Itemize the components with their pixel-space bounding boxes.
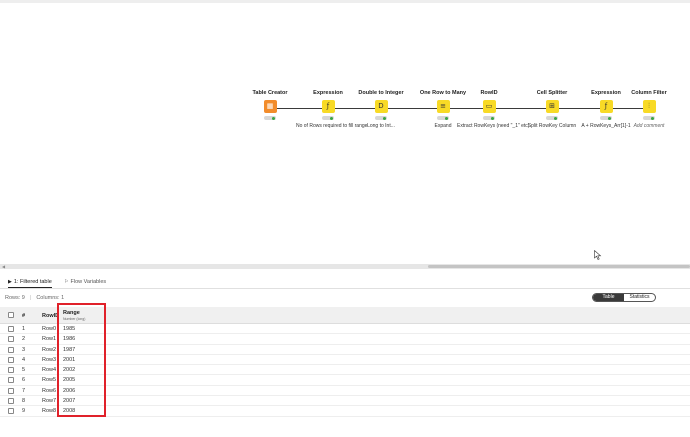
toggle-table[interactable]: Table [593,294,624,301]
mouse-cursor-icon [594,250,602,260]
scroll-left-icon[interactable]: ◀ [2,264,5,269]
node-title: Column Filter [631,90,667,96]
toggle-statistics[interactable]: Statistics [624,294,655,301]
node-status-indicator [600,116,612,120]
node-status-indicator [264,116,276,120]
tab-label: Flow Variables [70,279,107,285]
horizontal-scrollbar[interactable]: ◀ [0,264,690,269]
one-row-to-many-icon: ≡ [436,100,450,113]
tab-filtered-table[interactable]: ▶ 1: Filtered table [8,276,52,288]
node-title: RowID [480,90,498,96]
row-id: Row7 [42,398,57,405]
rowid-icon: ▭ [482,100,496,113]
node-rowid[interactable]: RowID ▭ Extract RowKeys (need "_1" etc) [457,89,529,129]
tab-label: 1: Filtered table [13,279,52,285]
row-checkbox[interactable] [8,377,14,384]
columns-count: Columns: 1 [36,295,65,301]
node-status-indicator [643,116,655,120]
column-filter-icon: ⫶ [642,100,656,113]
node-double-to-integer[interactable]: Double to Integer D Long to Int... [349,89,413,129]
row-index: 4 [22,356,26,363]
row-checkbox[interactable] [8,387,14,394]
row-index: 9 [22,408,26,415]
flow-variable-icon: ⚐ [64,279,69,285]
node-status-indicator [322,116,334,120]
node-title: Table Creator [252,90,288,96]
row-id: Row6 [42,387,57,394]
expression-icon: ƒ [321,100,335,113]
header-index: # [22,313,26,319]
row-id: Row3 [42,356,57,363]
row-index: 2 [22,336,26,343]
double-to-integer-icon: D [374,100,388,113]
node-column-filter[interactable]: Column Filter ⫶ Add comment [621,85,677,129]
node-status-indicator [375,116,387,120]
select-all-checkbox[interactable] [8,312,14,318]
row-index: 1 [22,326,26,332]
rows-count: Rows: 9 [5,295,25,301]
expression-icon: ƒ [599,100,613,113]
row-checkbox[interactable] [8,356,14,363]
table-port-icon: ▶ [8,279,12,285]
row-id: Row4 [42,367,57,374]
row-checkbox[interactable] [8,336,14,343]
row-checkbox[interactable] [8,367,14,374]
node-title: Double to Integer [358,90,404,96]
node-status-indicator [483,116,495,120]
node-status-indicator [546,116,558,120]
workflow-canvas[interactable]: Table Creator ▦ Expression ƒ No of Rows … [0,0,690,268]
knime-workbench: Table Creator ▦ Expression ƒ No of Rows … [0,0,690,437]
tab-flow-variables[interactable]: ⚐ Flow Variables [64,276,106,288]
annotation-highlight-box [57,303,106,417]
separator: | [29,295,32,301]
scrollbar-thumb[interactable] [428,265,690,268]
row-index: 5 [22,367,26,374]
cell-splitter-icon: ⊞ [545,100,559,113]
table-creator-icon: ▦ [263,100,277,113]
node-table-creator[interactable]: Table Creator ▦ [238,89,302,120]
add-comment-label[interactable]: Add comment [621,123,677,129]
row-index: 8 [22,398,26,405]
row-index: 6 [22,377,26,384]
row-checkbox[interactable] [8,346,14,353]
row-index: 7 [22,387,26,394]
node-status-indicator [437,116,449,120]
row-checkbox[interactable] [8,398,14,405]
node-description[interactable]: Long to Int... [349,123,413,129]
row-id: Row0 [42,326,57,332]
row-id: Row1 [42,336,57,343]
output-tabs: ▶ 1: Filtered table ⚐ Flow Variables [0,273,690,289]
row-checkbox[interactable] [8,408,14,415]
row-index: 3 [22,346,26,353]
node-description[interactable]: Extract RowKeys (need "_1" etc) [457,123,529,129]
row-id: Row2 [42,346,57,353]
view-toggle[interactable]: Table Statistics [592,293,656,302]
row-id: Row8 [42,408,57,415]
row-checkbox[interactable] [8,326,14,332]
row-id: Row5 [42,377,57,384]
table-summary: Rows: 9 | Columns: 1 [5,295,64,301]
